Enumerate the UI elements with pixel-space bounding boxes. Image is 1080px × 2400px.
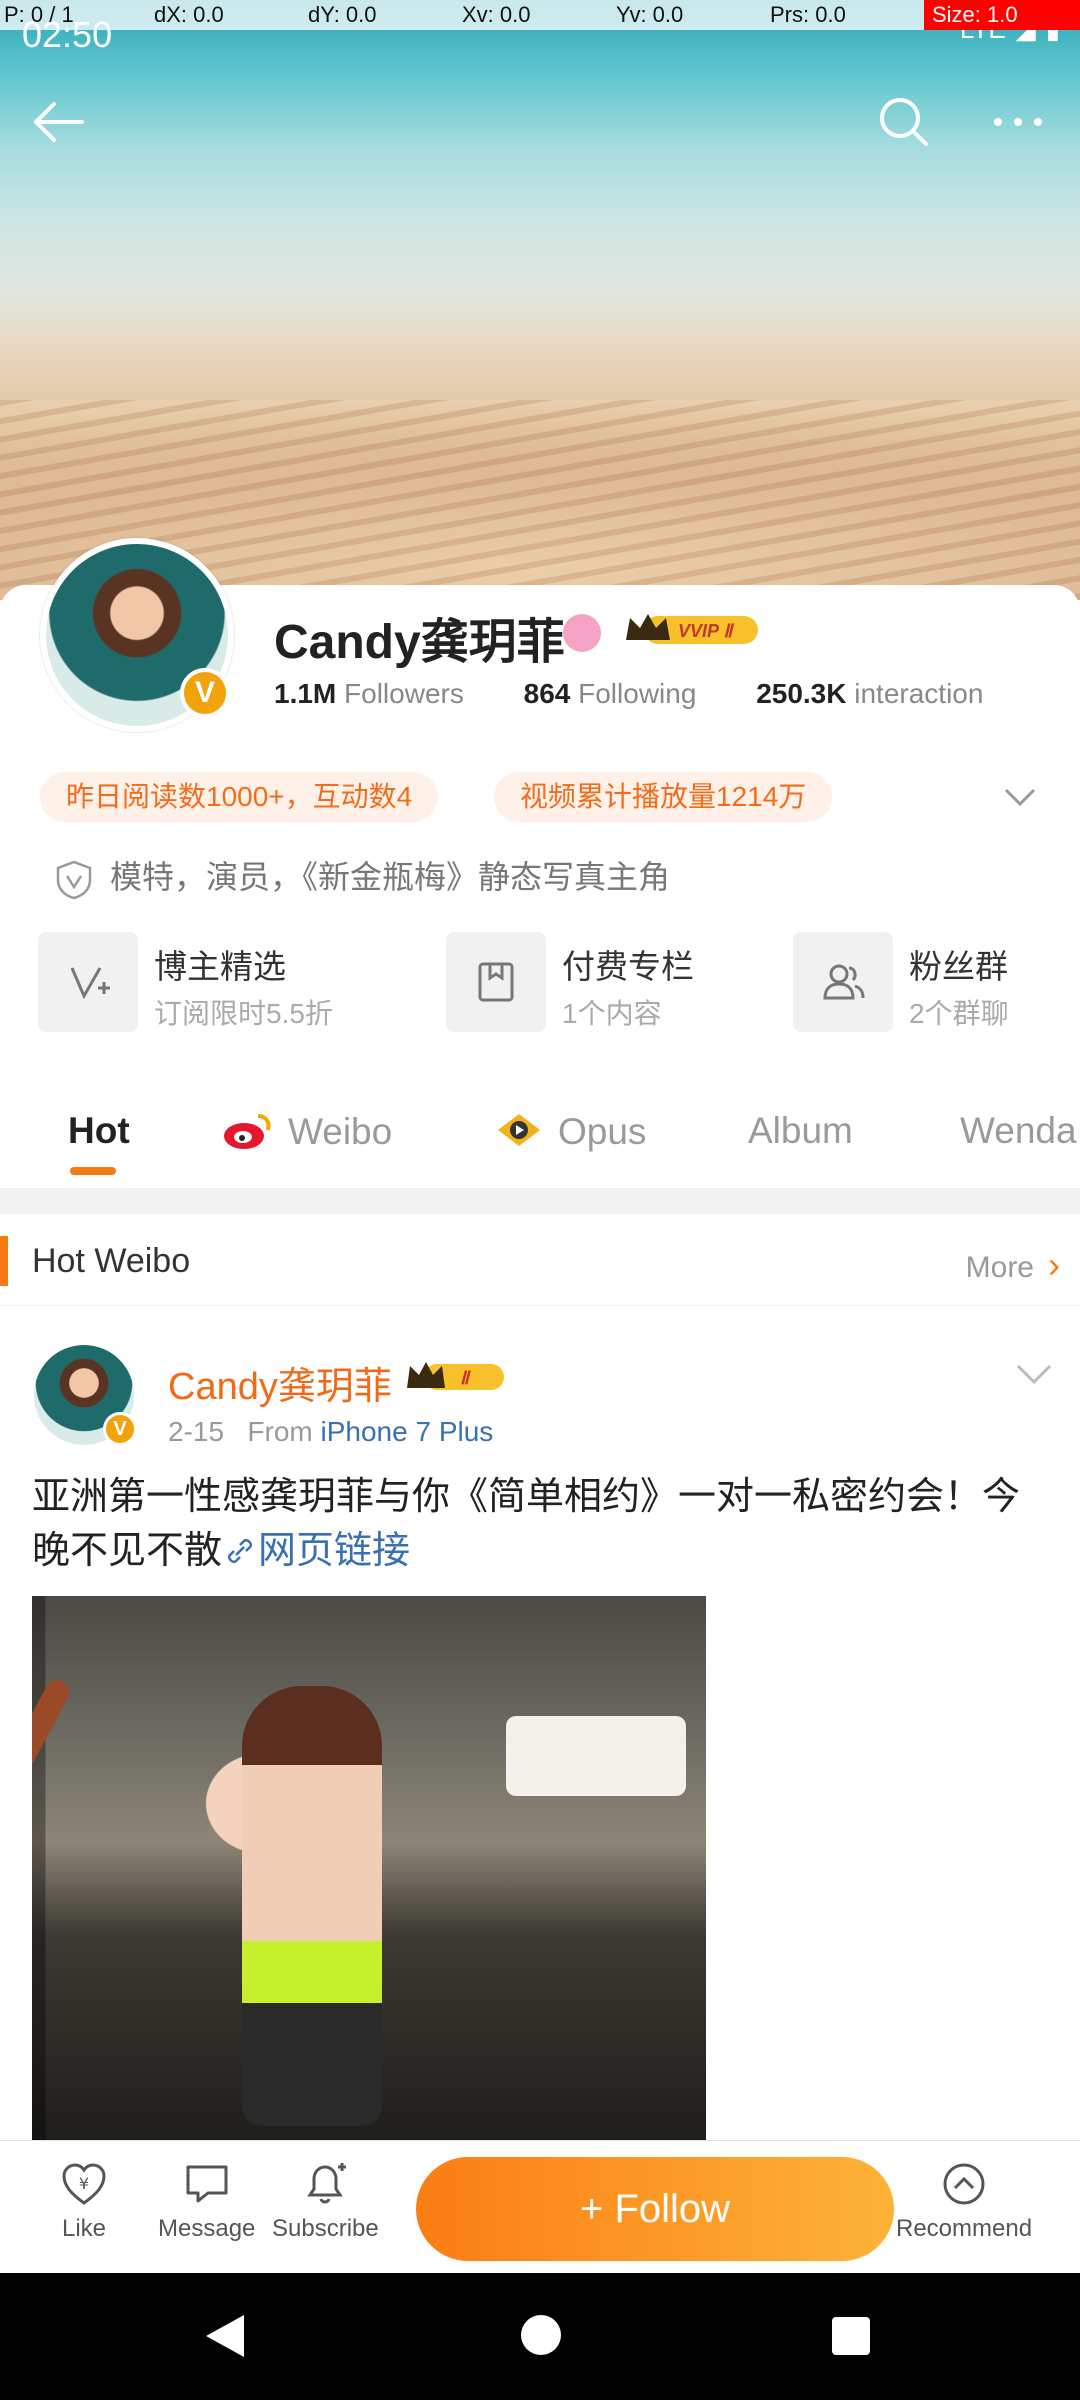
tab-opus[interactable]: Opus	[494, 1110, 646, 1153]
following-label: Following	[578, 678, 697, 709]
more-dots-icon	[994, 118, 1042, 126]
tab-album[interactable]: Album	[748, 1110, 853, 1152]
group-icon	[823, 964, 865, 1000]
weibo-logo-icon	[224, 1114, 271, 1149]
feature-title: 博主精选	[154, 948, 286, 985]
nav-recents-icon[interactable]	[832, 2317, 870, 2355]
tab-wenda[interactable]: Wenda	[960, 1110, 1077, 1152]
debug-prs: Prs: 0.0	[770, 2, 846, 27]
followers-label: Followers	[344, 678, 464, 709]
section-title: Hot Weibo	[32, 1242, 191, 1280]
profile-name: Candy龚玥菲	[274, 616, 565, 669]
debug-xv: Xv: 0.0	[462, 2, 531, 27]
search-icon	[880, 98, 928, 146]
like-label: Like	[61, 2215, 107, 2242]
debug-yv: Yv: 0.0	[616, 2, 684, 27]
interaction-label: interaction	[854, 678, 984, 709]
like-button[interactable]: ¥ Like	[60, 2161, 108, 2243]
tab-hot[interactable]: Hot	[68, 1110, 130, 1152]
nav-back-icon[interactable]	[204, 2313, 246, 2359]
post-body: 亚洲第一性感龚玥菲与你《简单相约》一对一私密约会！今晚不见不散	[32, 1476, 1021, 1572]
feature-subtitle: 订阅限时5.5折	[154, 998, 333, 1029]
picks-icon	[70, 967, 110, 1000]
following-stat[interactable]: 864 Following	[524, 678, 697, 710]
follow-button[interactable]: + Follow	[416, 2157, 894, 2261]
profile-tabs: Hot Weibo Opus Album Wenda	[0, 1080, 1080, 1190]
post-date: 2-15	[168, 1416, 225, 1447]
section-divider	[0, 1188, 1080, 1214]
recommend-icon	[943, 2163, 985, 2205]
post-link-label: 网页链接	[258, 1530, 411, 1572]
tab-weibo-label: Weibo	[288, 1111, 393, 1152]
profile-bio: 模特，演员，《新金瓶梅》静态写真主角	[56, 852, 670, 900]
post-web-link[interactable]: 网页链接	[222, 1530, 410, 1572]
post-options-chevron-icon[interactable]	[1014, 1360, 1054, 1388]
nav-home-icon[interactable]	[521, 2315, 561, 2355]
message-icon	[186, 2165, 228, 2203]
chevron-right-icon: ›	[1048, 1244, 1060, 1285]
bottom-action-bar: ¥ Like Message Subscribe + Follow Recomm…	[0, 2140, 1080, 2273]
post-source[interactable]: iPhone 7 Plus	[321, 1416, 494, 1447]
verified-badge-icon: V	[180, 668, 230, 718]
post-image[interactable]	[32, 1596, 706, 2142]
system-navigation-bar	[0, 2273, 1080, 2400]
feature-subtitle: 1个内容	[562, 998, 662, 1029]
post-verified-icon: V	[103, 1412, 137, 1446]
tab-weibo[interactable]: Weibo	[222, 1110, 392, 1153]
back-arrow-icon	[34, 102, 84, 142]
followers-stat[interactable]: 1.1M Followers	[274, 678, 464, 710]
shield-icon	[56, 860, 92, 899]
interaction-count: 250.3K	[756, 678, 847, 709]
post-author-name[interactable]: Candy龚玥菲	[168, 1355, 392, 1410]
debug-dx: dX: 0.0	[154, 2, 224, 27]
feature-title: 付费专栏	[562, 948, 694, 985]
vvip-label: VVIP Ⅱ	[678, 621, 734, 641]
subscribe-button[interactable]: Subscribe	[272, 2161, 379, 2243]
post-meta: 2-15 From iPhone 7 Plus	[168, 1416, 493, 1448]
stats-chip-video[interactable]: 视频累计播放量1214万	[494, 772, 833, 822]
name-badge-icon[interactable]	[563, 614, 601, 652]
bell-icon	[307, 2163, 347, 2204]
active-tab-indicator	[70, 1167, 116, 1175]
section-accent-bar	[0, 1236, 8, 1286]
post-from-label: From	[247, 1416, 313, 1447]
debug-pointer: P: 0 / 1	[4, 2, 74, 27]
back-button[interactable]	[28, 90, 92, 154]
opus-icon	[498, 1114, 540, 1146]
more-button[interactable]	[986, 90, 1050, 154]
bio-text: 模特，演员，《新金瓶梅》静态写真主角	[110, 859, 671, 895]
debug-size: Size: 1.0	[924, 0, 1080, 30]
following-count: 864	[523, 678, 571, 709]
recommend-label: Recommend	[896, 2215, 1033, 2242]
recommend-button[interactable]: Recommend	[896, 2161, 1032, 2243]
tab-opus-label: Opus	[558, 1111, 647, 1152]
message-label: Message	[158, 2215, 256, 2242]
more-link[interactable]: More ›	[966, 1244, 1060, 1286]
feature-subtitle: 2个群聊	[909, 998, 1009, 1029]
post-vip-badge-icon: Ⅱ	[407, 1362, 504, 1390]
heart-icon: ¥	[62, 2163, 106, 2205]
hot-weibo-header: Hot Weibo More ›	[0, 1214, 1080, 1306]
chevron-down-icon[interactable]	[1002, 782, 1038, 810]
post-text: 亚洲第一性感龚玥菲与你《简单相约》一对一私密约会！今晚不见不散 网页链接	[32, 1470, 1052, 1578]
vvip-badge-icon[interactable]: VVIP Ⅱ	[622, 610, 762, 650]
followers-count: 1.1M	[274, 678, 337, 709]
link-icon	[228, 1539, 253, 1563]
debug-dy: dY: 0.0	[308, 2, 377, 27]
message-button[interactable]: Message	[158, 2161, 255, 2243]
subscribe-label: Subscribe	[272, 2215, 379, 2242]
more-label: More	[965, 1251, 1034, 1284]
interaction-stat[interactable]: 250.3K interaction	[756, 678, 983, 710]
profile-stats: 1.1M Followers 864 Following 250.3K inte…	[274, 678, 1035, 710]
search-button[interactable]	[872, 90, 936, 154]
stats-chip-reads[interactable]: 昨日阅读数1000+，互动数4	[40, 772, 439, 822]
debug-overlay: P: 0 / 1 dX: 0.0 dY: 0.0 Xv: 0.0 Yv: 0.0…	[0, 0, 1080, 30]
svg-text:¥: ¥	[79, 2174, 89, 2193]
feature-title: 粉丝群	[909, 948, 1008, 985]
bookmark-icon	[478, 962, 514, 1002]
